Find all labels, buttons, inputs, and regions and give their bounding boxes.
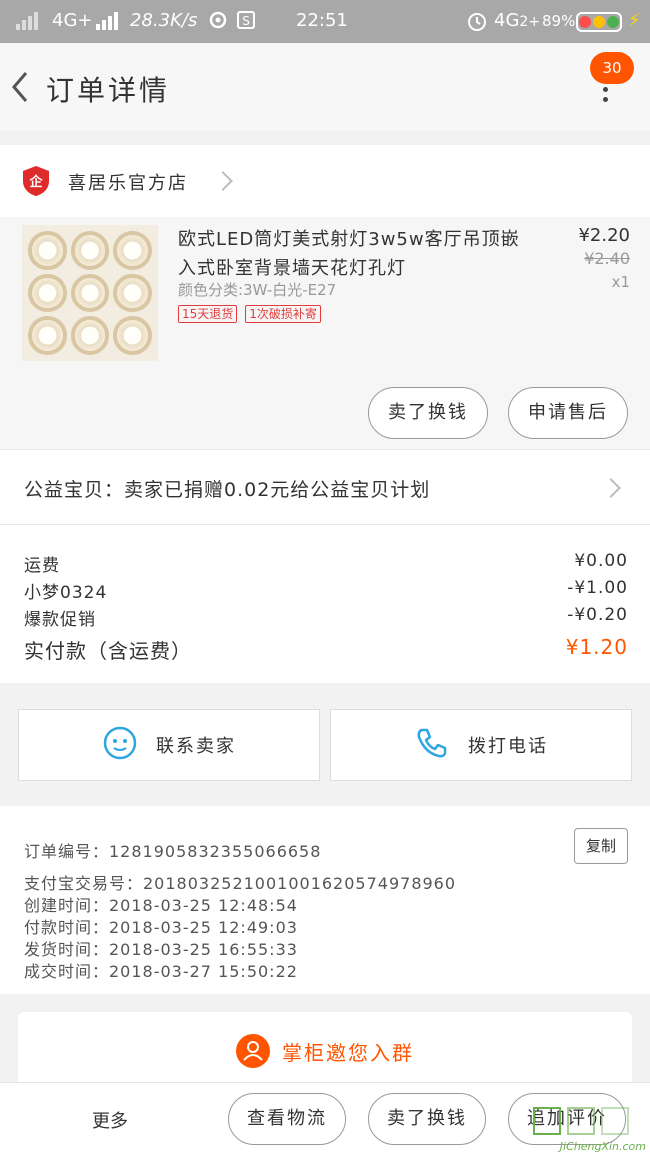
network-label: 4G2+ [494,10,541,31]
back-icon[interactable] [6,67,36,107]
fee-value: -¥1.00 [567,578,628,598]
copy-button[interactable]: 复制 [574,828,628,864]
shop-name: 喜居乐官方店 [68,173,188,194]
fee-label: 运费 [24,556,60,576]
shipped-time: 发货时间：2018-03-25 16:55:33 [24,940,298,959]
battery-percent: 89% [542,12,576,30]
original-price: ¥2.40 [584,249,630,268]
service-tags: 15天退货 1次破损补寄 [178,305,321,323]
watermark-logo-icon [533,1107,629,1135]
product-quantity: x1 [611,273,630,291]
phone-icon [414,725,450,766]
page-title: 订单详情 [46,74,171,107]
alipay-transaction-number: 支付宝交易号：2018032521001001620574978960 [24,874,457,893]
total-label: 实付款（含运费） [24,639,192,663]
svg-text:企: 企 [28,174,43,190]
call-button[interactable]: 拨打电话 [330,709,632,781]
completed-time: 成交时间：2018-03-27 15:50:22 [24,962,298,981]
signal-icon [16,10,38,31]
service-tag: 15天退货 [178,305,238,323]
svg-text:S: S [242,14,250,28]
status-bar: 4G+ 28.3K/s S 22:51 4G2+ 89% ⚡ [0,0,650,43]
charity-row[interactable]: 公益宝贝：卖家已捐赠0.02元给公益宝贝计划 [0,449,650,525]
alarm-icon [466,10,488,37]
fee-value: -¥0.20 [567,605,628,625]
contact-seller-label: 联系卖家 [156,736,236,757]
call-label: 拨打电话 [468,736,548,757]
screenshot-icon: S [236,10,256,35]
shop-badge-icon: 企 [22,165,50,197]
service-tag: 1次破损补寄 [245,305,321,323]
product-price: ¥2.20 [578,225,630,246]
more-button[interactable]: 更多 [92,1107,128,1133]
signal-icon [96,10,118,31]
notification-badge: 30 [590,52,634,84]
network-label: 4G+ [52,10,93,31]
contact-seller-button[interactable]: 联系卖家 [18,709,320,781]
paid-time: 付款时间：2018-03-25 12:49:03 [24,918,298,937]
shop-row[interactable]: 企 喜居乐官方店 [0,145,650,217]
fee-row-shipping: 运费 ¥0.00 [24,551,628,576]
created-time: 创建时间：2018-03-25 12:48:54 [24,896,298,915]
product-title: 欧式LED筒灯美式射灯3w5w客厅吊顶嵌入式卧室背景墙天花灯孔灯 [178,229,520,279]
product-item[interactable]: 欧式LED筒灯美式射灯3w5w客厅吊顶嵌入式卧室背景墙天花灯孔灯 颜色分类:3W… [0,217,650,449]
watermark-text: JiChengXin.com [559,1140,646,1153]
fee-label: 小梦0324 [24,583,108,603]
product-image[interactable] [22,225,158,361]
order-info: 订单编号：1281905832355066658 复制 支付宝交易号：20180… [0,806,650,994]
clock-time: 22:51 [296,10,348,31]
contact-section: 联系卖家 拨打电话 [0,700,650,792]
page-header: 订单详情 [0,43,650,131]
fee-label: 爆款促销 [24,610,96,630]
order-number: 订单编号：1281905832355066658 [24,842,322,861]
sync-icon [208,10,228,35]
view-logistics-button[interactable]: 查看物流 [228,1093,346,1145]
chevron-right-icon [601,478,621,498]
fee-summary: 运费 ¥0.00 小梦0324 -¥1.00 爆款促销 -¥0.20 实付款（含… [0,525,650,683]
resell-button[interactable]: 卖了换钱 [368,1093,486,1145]
chevron-right-icon [213,171,233,191]
watermark: JiChengXin.com [530,1102,650,1155]
product-sku: 颜色分类:3W-白光-E27 [178,281,337,299]
chat-icon [102,725,138,766]
total-paid-row: 实付款（含运费） ¥1.20 [24,635,628,664]
after-sales-button[interactable]: 申请售后 [508,387,628,439]
join-group-label: 掌柜邀您入群 [282,1040,414,1065]
charity-text: 公益宝贝：卖家已捐赠0.02元给公益宝贝计划 [24,479,431,501]
resell-button[interactable]: 卖了换钱 [368,387,488,439]
network-speed: 28.3K/s [130,10,198,31]
battery-icon [576,12,622,32]
charging-icon: ⚡ [628,10,641,31]
group-chat-icon [236,1034,270,1068]
total-value: ¥1.20 [565,635,628,659]
fee-row-coupon: 小梦0324 -¥1.00 [24,578,628,603]
fee-row-promotion: 爆款促销 -¥0.20 [24,605,628,630]
fee-value: ¥0.00 [574,551,628,571]
